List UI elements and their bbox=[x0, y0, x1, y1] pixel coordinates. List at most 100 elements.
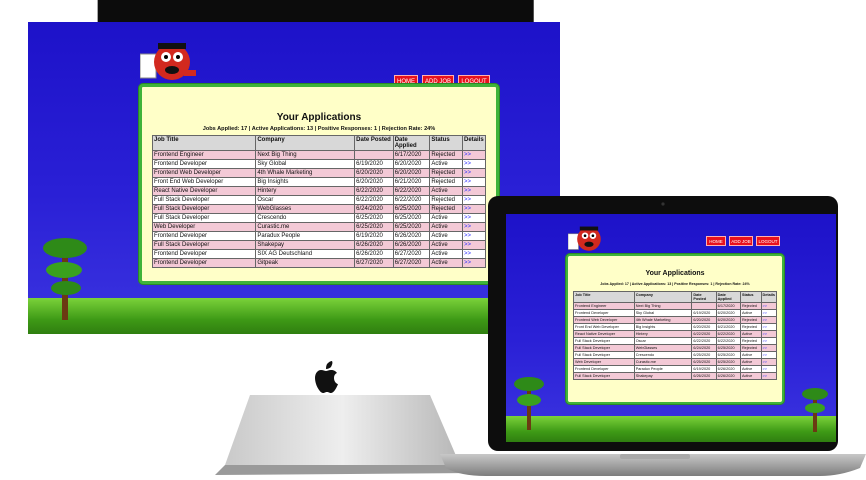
table-row: Frontend Developer Paradux People 6/19/202… bbox=[151, 231, 487, 241]
table-row: Full Stack Developer Oscar 6/22/2020 6/22/2… bbox=[573, 337, 777, 345]
cell-details-link[interactable]: >> bbox=[461, 231, 487, 241]
cell-details-link[interactable]: >> bbox=[461, 168, 487, 178]
cell-date-posted: 6/22/2020 bbox=[691, 337, 717, 345]
cell-date-posted: 6/19/2020 bbox=[691, 309, 717, 317]
cell-status: Active bbox=[429, 258, 463, 268]
cell-details-link[interactable]: >> bbox=[760, 330, 777, 338]
cell-details-link[interactable]: >> bbox=[760, 351, 777, 359]
cell-company: Next Big Thing bbox=[255, 150, 356, 160]
cell-status: Rejected bbox=[739, 337, 762, 345]
tree-icon bbox=[514, 377, 544, 430]
cell-job-title: React Native Developer bbox=[573, 330, 635, 338]
cell-date-posted: 6/20/2020 bbox=[354, 177, 394, 187]
cell-date-posted: 6/19/2020 bbox=[354, 159, 394, 169]
cell-details-link[interactable]: >> bbox=[461, 159, 487, 169]
cell-date-applied: 6/25/2020 bbox=[392, 213, 431, 223]
cell-date-applied: 6/17/2020 bbox=[715, 302, 741, 310]
table-header-row: Job Title Company Date Posted Date Appli… bbox=[573, 291, 777, 303]
col-date-applied: Date Applied bbox=[715, 291, 741, 303]
table-body: Frontend Engineer Next Big Thing 6/17/2020… bbox=[573, 302, 777, 380]
cell-details-link[interactable]: >> bbox=[760, 358, 777, 366]
table-row: Front End Web Developer Big Insights 6/20/… bbox=[573, 323, 777, 331]
logout-button[interactable]: LOGOUT bbox=[756, 236, 780, 246]
cell-details-link[interactable]: >> bbox=[760, 344, 777, 352]
cell-job-title: Full Stack Developer bbox=[573, 337, 635, 345]
cell-status: Active bbox=[429, 249, 463, 259]
cell-company: Sky Global bbox=[633, 309, 693, 317]
cell-date-applied: 6/22/2020 bbox=[392, 186, 431, 196]
col-date-applied: Date Applied bbox=[392, 135, 431, 151]
cell-company: Paradux People bbox=[633, 365, 693, 373]
table-body: Frontend Engineer Next Big Thing 6/17/2020… bbox=[151, 150, 487, 268]
cell-job-title: Frontend Developer bbox=[151, 258, 257, 268]
tree-icon bbox=[43, 238, 87, 320]
cell-details-link[interactable]: >> bbox=[760, 309, 777, 317]
cell-date-posted: 6/22/2020 bbox=[354, 195, 394, 205]
cell-details-link[interactable]: >> bbox=[760, 316, 777, 324]
cell-status: Active bbox=[429, 222, 463, 232]
cell-job-title: Frontend Engineer bbox=[151, 150, 257, 160]
cell-company: Big Insights bbox=[633, 323, 693, 331]
cell-details-link[interactable]: >> bbox=[461, 177, 487, 187]
cell-job-title: Web Developer bbox=[151, 222, 257, 232]
macbook-base bbox=[440, 454, 866, 476]
grass bbox=[28, 298, 560, 334]
cell-job-title: Frontend Developer bbox=[151, 231, 257, 241]
cell-company: Crescendo bbox=[633, 351, 693, 359]
cell-date-applied: 6/21/2020 bbox=[392, 177, 431, 187]
cell-status: Rejected bbox=[429, 177, 463, 187]
cell-date-posted: 6/25/2020 bbox=[354, 222, 394, 232]
table-row: Front End Web Developer Big Insights 6/20/… bbox=[151, 177, 487, 187]
table-row: Frontend Developer Gitpeak 6/27/2020 6/27/2… bbox=[151, 258, 487, 268]
col-status: Status bbox=[739, 291, 762, 303]
table-row: Frontend Web Developer 4th Whale Marketin… bbox=[151, 168, 487, 178]
page-title: Your Applications bbox=[276, 112, 362, 123]
cell-date-posted: 6/19/2020 bbox=[691, 365, 717, 373]
cell-job-title: Full Stack Developer bbox=[573, 351, 635, 359]
cell-date-applied: 6/27/2020 bbox=[392, 249, 431, 259]
cell-company: Paradux People bbox=[255, 231, 356, 241]
cell-details-link[interactable]: >> bbox=[461, 150, 487, 160]
cell-details-link[interactable]: >> bbox=[461, 240, 487, 250]
cell-details-link[interactable]: >> bbox=[461, 186, 487, 196]
cell-details-link[interactable]: >> bbox=[760, 323, 777, 331]
cell-date-applied: 6/25/2020 bbox=[715, 351, 741, 359]
cell-details-link[interactable]: >> bbox=[461, 204, 487, 214]
table-row: Frontend Developer SIX AG Deutschland 6/26… bbox=[151, 249, 487, 259]
cell-details-link[interactable]: >> bbox=[461, 222, 487, 232]
cell-details-link[interactable]: >> bbox=[461, 213, 487, 223]
applications-panel: Your Applications Jobs Applied: 17 | Act… bbox=[566, 254, 784, 404]
cell-status: Rejected bbox=[429, 204, 463, 214]
cell-company: SIX AG Deutschland bbox=[255, 249, 356, 259]
col-job-title: Job Title bbox=[151, 135, 257, 151]
table-row: Full Stack Developer WebGlasses 6/24/2020 6… bbox=[573, 344, 777, 352]
table-row: Full Stack Developer Oscar 6/22/2020 6/22/2… bbox=[151, 195, 487, 205]
table-row: Full Stack Developer Shakepay 6/26/2020 6/2… bbox=[573, 372, 777, 380]
home-button[interactable]: HOME bbox=[706, 236, 726, 246]
table-row: React Native Developer Hintery 6/22/2020 6/… bbox=[151, 186, 487, 196]
cell-status: Active bbox=[429, 240, 463, 250]
add-job-button[interactable]: ADD JOB bbox=[729, 236, 753, 246]
stats-summary: Jobs Applied: 17 | Active Applications: … bbox=[202, 126, 436, 132]
cell-company: Hintery bbox=[633, 330, 693, 338]
cell-details-link[interactable]: >> bbox=[461, 195, 487, 205]
cell-date-applied: 6/26/2020 bbox=[715, 372, 741, 380]
cell-company: Next Big Thing bbox=[633, 302, 693, 310]
cell-details-link[interactable]: >> bbox=[760, 372, 777, 380]
cell-date-posted: 6/27/2020 bbox=[354, 258, 394, 268]
cell-details-link[interactable]: >> bbox=[461, 249, 487, 259]
cell-status: Rejected bbox=[429, 195, 463, 205]
cell-job-title: Frontend Developer bbox=[573, 309, 635, 317]
cell-details-link[interactable]: >> bbox=[760, 365, 777, 373]
cell-details-link[interactable]: >> bbox=[760, 337, 777, 345]
cell-date-applied: 6/25/2020 bbox=[715, 344, 741, 352]
cell-details-link[interactable]: >> bbox=[461, 258, 487, 268]
col-date-posted: Date Posted bbox=[354, 135, 394, 151]
cell-job-title: Front End Web Developer bbox=[151, 177, 257, 187]
col-job-title: Job Title bbox=[573, 291, 635, 303]
cell-details-link[interactable]: >> bbox=[760, 302, 777, 310]
cell-status: Active bbox=[739, 309, 762, 317]
table-row: Frontend Web Developer 4th Whale Marketin… bbox=[573, 316, 777, 324]
cell-date-posted: 6/25/2020 bbox=[691, 351, 717, 359]
cell-date-applied: 6/25/2020 bbox=[392, 222, 431, 232]
